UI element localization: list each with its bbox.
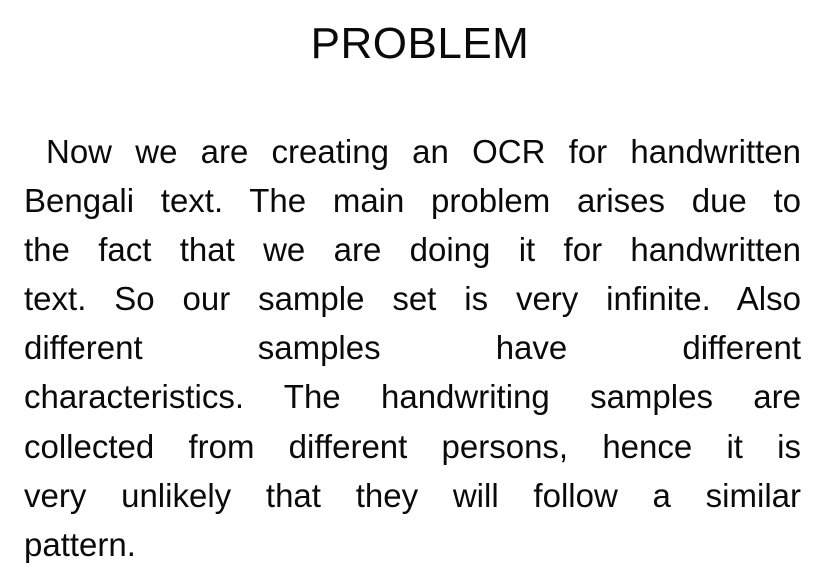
- paragraph-line: Bengali text. The main problem arises du…: [24, 182, 801, 220]
- paragraph-line: the fact that we are doing it for handwr…: [24, 231, 801, 269]
- paragraph-line: collected from different persons, hence …: [24, 427, 801, 465]
- slide: PROBLEM Now we are creating an OCR for h…: [0, 0, 840, 582]
- paragraph-line: characteristics. The handwriting samples…: [24, 378, 801, 416]
- paragraph-line: text. So our sample set is very infinite…: [24, 280, 801, 318]
- paragraph-line: pattern.: [24, 525, 136, 563]
- problem-paragraph: Now we are creating an OCR for handwritt…: [24, 127, 801, 569]
- paragraph-line: Now we are creating an OCR for handwritt…: [46, 133, 801, 170]
- paragraph-line: different samples have different: [24, 329, 801, 367]
- paragraph-line: very unlikely that they will follow a si…: [24, 476, 801, 514]
- slide-title: PROBLEM: [310, 19, 530, 68]
